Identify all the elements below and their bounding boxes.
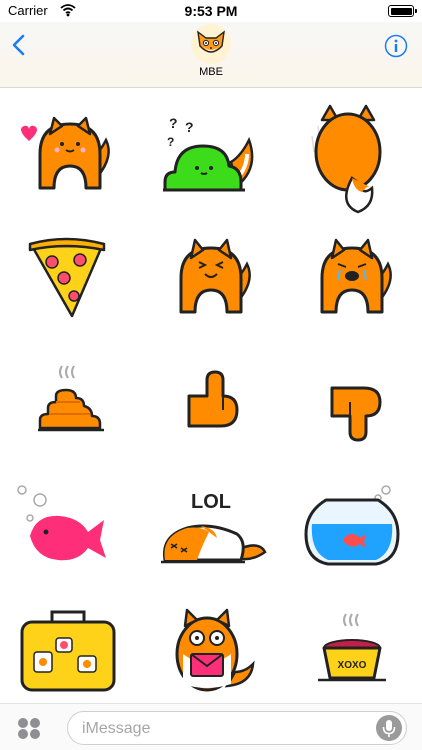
chevron-left-icon[interactable] (8, 32, 32, 58)
svg-text:?: ? (169, 115, 178, 131)
sticker-food-bowl[interactable]: XOXO (282, 592, 422, 716)
sticker-pink-fish[interactable] (0, 468, 140, 592)
sticker-pizza[interactable] (0, 220, 140, 344)
svg-text:?: ? (167, 135, 174, 149)
microphone-icon[interactable] (376, 715, 402, 741)
sticker-fox-letter[interactable] (141, 592, 281, 716)
svg-text:?: ? (185, 119, 194, 135)
conversation-header: MBE (0, 22, 422, 88)
imessage-input[interactable]: iMessage (67, 711, 407, 745)
fox-face-icon (197, 30, 225, 53)
sticker-poop[interactable] (0, 344, 140, 468)
message-input-bar: iMessage (0, 703, 422, 750)
sticker-fishbowl[interactable] (282, 468, 422, 592)
clock: 9:53 PM (184, 3, 238, 19)
sticker-thumbs-up[interactable] (141, 344, 281, 468)
contact-name[interactable]: MBE (0, 66, 422, 78)
contact-avatar[interactable] (191, 24, 231, 64)
sticker-grid: ? ? ? LOL XOXO (0, 88, 422, 706)
sticker-suitcase[interactable] (0, 592, 140, 716)
xoxo-label: XOXO (338, 660, 367, 671)
app-grid-icon[interactable] (15, 716, 43, 740)
info-icon[interactable] (384, 34, 408, 58)
sticker-fox-crying[interactable] (282, 220, 422, 344)
sticker-fox-heart[interactable] (0, 96, 140, 220)
sticker-fox-happy[interactable] (141, 220, 281, 344)
sticker-thumbs-down[interactable] (282, 344, 422, 468)
lol-label: LOL (191, 491, 231, 513)
imessage-placeholder: iMessage (82, 720, 151, 737)
sticker-green-fox-question[interactable]: ? ? ? (141, 96, 281, 220)
sticker-fox-lol[interactable]: LOL (141, 468, 281, 592)
battery-icon (388, 5, 417, 17)
status-bar: Carrier 9:53 PM (0, 0, 422, 22)
sticker-fox-back[interactable] (282, 96, 422, 220)
